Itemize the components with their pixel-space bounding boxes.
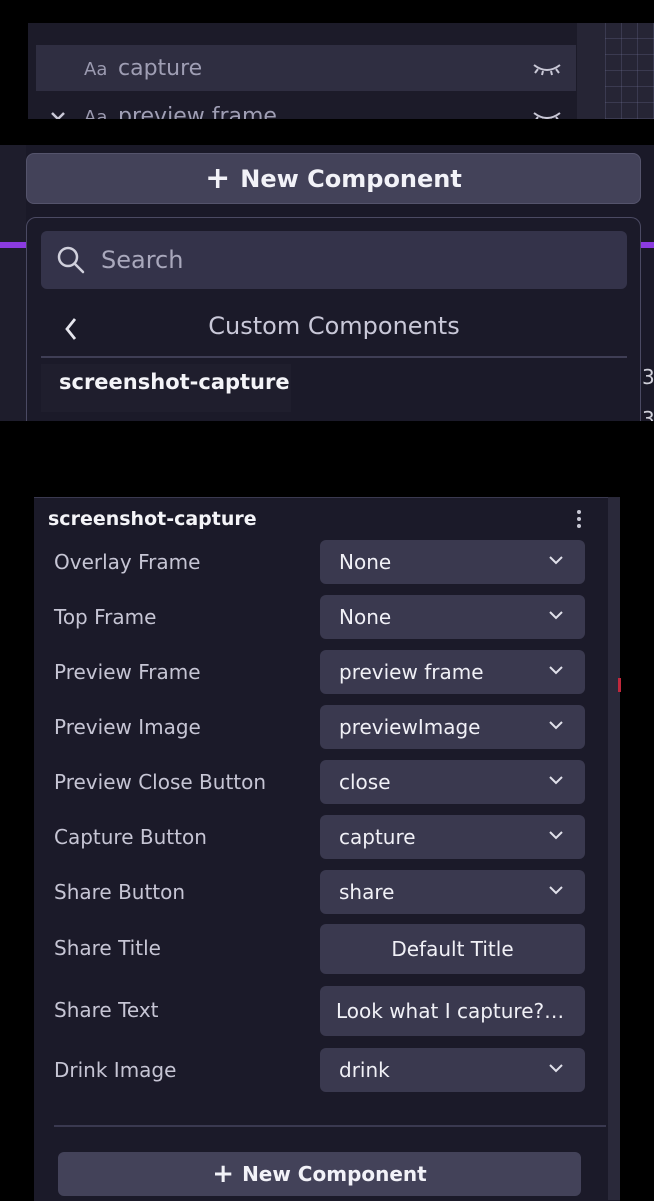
property-label: Share Text: [54, 998, 159, 1022]
property-row-share-text: Share Text: [34, 986, 594, 1036]
search-icon: [57, 246, 85, 274]
component-picker-dropdown: Custom Components screenshot-capture: [26, 217, 641, 421]
panel-edge-value: 3: [642, 365, 654, 389]
search-input[interactable]: [99, 245, 583, 275]
property-row-share-title: Share Title Default Title: [34, 924, 594, 974]
text-type-icon: Aa: [84, 23, 107, 26]
chevron-down-icon: [549, 611, 563, 620]
property-row-top-frame: Top Frame None: [34, 595, 594, 639]
hierarchy-row-label: capture: [118, 56, 203, 81]
edge-marker: [618, 678, 621, 692]
property-label: Preview Frame: [54, 660, 201, 684]
share-text-field[interactable]: [320, 986, 585, 1036]
scrollbar[interactable]: [608, 497, 620, 1200]
select-value: previewImage: [339, 715, 481, 739]
text-type-icon: Aa: [84, 107, 108, 119]
chevron-down-icon: [549, 776, 563, 785]
new-component-label: New Component: [240, 164, 462, 193]
viewport-preview: [577, 23, 654, 119]
share-title-field[interactable]: Default Title: [320, 924, 585, 974]
preview-close-button-select[interactable]: close: [320, 760, 585, 804]
property-label: Overlay Frame: [54, 550, 201, 574]
chevron-down-icon: [549, 1064, 563, 1073]
hierarchy-row-drink[interactable]: Aa drink: [36, 23, 576, 43]
select-value: close: [339, 770, 391, 794]
property-label: Preview Image: [54, 715, 201, 739]
accent-bar: [640, 242, 654, 248]
search-box[interactable]: [41, 231, 627, 289]
component-picker-panel: + New Component Custom Components screen…: [0, 145, 654, 421]
preview-frame-select[interactable]: preview frame: [320, 650, 585, 694]
chevron-down-icon: [549, 666, 563, 675]
property-label: Share Button: [54, 880, 186, 904]
component-title: screenshot-capture: [48, 508, 257, 530]
select-value: drink: [339, 1058, 390, 1082]
eye-closed-icon[interactable]: [532, 61, 562, 77]
left-toolbar-strip: [0, 145, 26, 421]
plus-icon: +: [212, 1159, 235, 1189]
picker-section-title: Custom Components: [208, 312, 460, 340]
property-row-drink-image: Drink Image drink: [34, 1048, 594, 1092]
new-component-label: New Component: [242, 1162, 427, 1186]
top-frame-select[interactable]: None: [320, 595, 585, 639]
hierarchy-panel: Aa drink Aa capture Aa preview frame: [28, 23, 654, 119]
property-row-preview-frame: Preview Frame preview frame: [34, 650, 594, 694]
hierarchy-row-capture[interactable]: Aa capture: [36, 45, 576, 91]
select-value: capture: [339, 825, 416, 849]
property-row-preview-close-button: Preview Close Button close: [34, 760, 594, 804]
property-label: Top Frame: [54, 605, 157, 629]
property-label: Drink Image: [54, 1058, 177, 1082]
chevron-down-icon: [549, 831, 563, 840]
field-value: Default Title: [391, 937, 514, 961]
panel-edge-value: 3: [642, 407, 654, 421]
chevron-down-icon: [549, 886, 563, 895]
select-value: share: [339, 880, 395, 904]
plus-icon: +: [205, 160, 231, 196]
overlay-frame-select[interactable]: None: [320, 540, 585, 584]
preview-image-select[interactable]: previewImage: [320, 705, 585, 749]
select-value: None: [339, 550, 392, 574]
select-value: preview frame: [339, 660, 484, 684]
new-component-button[interactable]: + New Component: [58, 1152, 581, 1196]
share-text-input[interactable]: [320, 986, 585, 1036]
properties-panel: screenshot-capture Overlay Frame None To…: [34, 497, 620, 1201]
new-component-button[interactable]: + New Component: [26, 153, 641, 204]
property-row-share-button: Share Button share: [34, 870, 594, 914]
divider: [54, 1125, 606, 1127]
chevron-down-icon: [549, 556, 563, 565]
property-row-overlay-frame: Overlay Frame None: [34, 540, 594, 584]
property-label: Preview Close Button: [54, 770, 267, 794]
drink-image-select[interactable]: drink: [320, 1048, 585, 1092]
viewport-grid: [605, 23, 654, 119]
text-type-icon: Aa: [84, 59, 108, 80]
property-label: Share Title: [54, 936, 161, 960]
hierarchy-row-label: preview frame: [118, 104, 277, 119]
hierarchy-row-preview-frame[interactable]: Aa preview frame: [36, 93, 576, 119]
component-list-item[interactable]: screenshot-capture: [41, 364, 291, 412]
picker-header: Custom Components: [41, 300, 627, 358]
accent-bar: [0, 242, 26, 248]
property-row-capture-button: Capture Button capture: [34, 815, 594, 859]
chevron-down-icon[interactable]: [50, 111, 66, 119]
eye-closed-icon[interactable]: [532, 109, 562, 119]
property-row-preview-image: Preview Image previewImage: [34, 705, 594, 749]
chevron-down-icon: [549, 721, 563, 730]
more-options-icon[interactable]: [576, 510, 582, 532]
property-label: Capture Button: [54, 825, 207, 849]
share-button-select[interactable]: share: [320, 870, 585, 914]
hierarchy-row-label: drink: [118, 23, 174, 27]
capture-button-select[interactable]: capture: [320, 815, 585, 859]
select-value: None: [339, 605, 392, 629]
